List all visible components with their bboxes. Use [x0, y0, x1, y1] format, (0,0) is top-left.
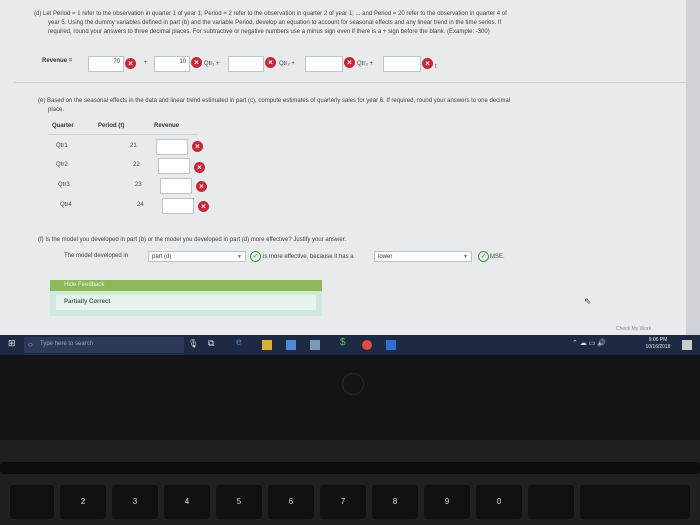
- mail-icon[interactable]: [310, 340, 320, 350]
- header-period: Period (t): [98, 123, 125, 129]
- part-f-prefix: The model developed in: [64, 253, 129, 259]
- part-e-line1: (e) Based on the seasonal effects in the…: [38, 98, 511, 104]
- revenue-label: Revenue =: [42, 58, 73, 64]
- part-d-line1: (d) Let Period = 1 refer to the observat…: [34, 11, 507, 17]
- number-key: 3: [112, 485, 158, 519]
- row-incorrect-icon: ×: [194, 162, 205, 173]
- row-incorrect-icon: ×: [196, 181, 207, 192]
- row-quarter: Qtr1: [56, 143, 68, 149]
- model-correct-icon: ✓: [250, 251, 261, 262]
- row-incorrect-icon: ×: [198, 201, 209, 212]
- chevron-down-icon: ▼: [237, 254, 242, 260]
- word-icon[interactable]: [386, 340, 396, 350]
- clock[interactable]: 9:06 PM 10/16/2018: [642, 337, 674, 351]
- hide-feedback-button[interactable]: Hide Feedback: [50, 280, 322, 291]
- qtr3-coef-input[interactable]: [305, 56, 343, 72]
- qtr2-label: Qtr₂ +: [279, 61, 295, 67]
- key: [528, 485, 574, 519]
- feedback-panel: Hide Feedback Partially Correct: [50, 280, 322, 316]
- laptop-keyboard: 2 3 4 5 6 7 8 9 0: [0, 440, 700, 525]
- cortana-icon: ○: [28, 340, 33, 349]
- t-label: t: [435, 64, 437, 70]
- file-explorer-icon[interactable]: [262, 340, 272, 350]
- scrollbar[interactable]: [686, 0, 700, 335]
- search-box[interactable]: ○ Type here to search: [24, 337, 184, 353]
- mse-select-value: lower: [378, 254, 393, 260]
- notifications-icon[interactable]: [682, 340, 692, 350]
- t-incorrect-icon: ×: [422, 58, 433, 69]
- row-period: 22: [133, 162, 140, 168]
- revenue-input[interactable]: [156, 139, 188, 155]
- windows-start-icon[interactable]: ⊞: [8, 338, 18, 348]
- divider: [14, 82, 694, 83]
- qtr1-coef-value: 10: [179, 59, 186, 65]
- row-period: 21: [130, 143, 137, 149]
- check-my-work-button[interactable]: Check My Work: [616, 325, 651, 334]
- chrome-icon[interactable]: [362, 340, 372, 350]
- mse-correct-icon: ✓: [478, 251, 489, 262]
- intercept-value: 70: [113, 59, 120, 65]
- number-key: 6: [268, 485, 314, 519]
- clock-date: 10/16/2018: [645, 344, 671, 350]
- mse-select[interactable]: lower ▼: [374, 251, 472, 262]
- row-quarter: Qtr3: [58, 182, 70, 188]
- intercept-incorrect-icon: ×: [125, 58, 136, 69]
- backspace-key: [580, 485, 690, 519]
- model-select[interactable]: part (d) ▼: [148, 251, 246, 262]
- intercept-input[interactable]: 70: [88, 56, 124, 72]
- key: [10, 485, 54, 519]
- qtr1-coef-input[interactable]: 10: [154, 56, 190, 72]
- clock-time: 9:06 PM: [648, 337, 668, 343]
- header-quarter: Quarter: [52, 123, 74, 129]
- microphone-icon[interactable]: 🎙: [188, 339, 198, 349]
- header-revenue: Revenue: [154, 123, 180, 129]
- part-f-suffix: MSE.: [490, 254, 505, 260]
- plus-sign: +: [144, 60, 148, 66]
- part-f-question: (f) Is the model you developed in part (…: [38, 237, 347, 243]
- part-e-line2: place.: [48, 107, 65, 113]
- qtr1-incorrect-icon: ×: [191, 57, 202, 68]
- feedback-status-box: Partially Correct: [56, 295, 316, 310]
- edge-icon[interactable]: e: [236, 337, 246, 348]
- search-placeholder: Type here to search: [40, 341, 94, 347]
- qtr2-incorrect-icon: ×: [265, 57, 276, 68]
- hp-logo-icon: [342, 373, 364, 395]
- number-key: 5: [216, 485, 262, 519]
- qtr2-coef-input[interactable]: [228, 56, 264, 72]
- t-coef-input[interactable]: [383, 56, 421, 72]
- row-quarter: Qtr4: [60, 202, 72, 208]
- store-icon[interactable]: [286, 340, 296, 350]
- revenue-input[interactable]: [158, 158, 190, 174]
- system-tray-icons[interactable]: ⌃ ☁ ▭ 🔊: [572, 339, 606, 347]
- function-key-row: [0, 462, 700, 474]
- part-d-line2: year 5. Using the dummy variables define…: [48, 20, 502, 26]
- number-key: 9: [424, 485, 470, 519]
- row-quarter: Qtr2: [56, 162, 68, 168]
- number-key: 8: [372, 485, 418, 519]
- row-period: 24: [137, 202, 144, 208]
- task-view-icon[interactable]: ⧉: [208, 338, 218, 348]
- part-f-middle: is more effective, because it has a: [263, 254, 354, 260]
- number-key: 7: [320, 485, 366, 519]
- number-key: 2: [60, 485, 106, 519]
- revenue-input[interactable]: [160, 178, 192, 194]
- mouse-cursor-icon: ⇖: [584, 296, 592, 306]
- table-header-rule: [48, 134, 198, 135]
- qtr3-incorrect-icon: ×: [344, 57, 355, 68]
- qtr1-label: Qtr₁ +: [204, 61, 220, 67]
- qtr3-label: Qtr₃ +: [357, 61, 373, 67]
- browser-screen: (d) Let Period = 1 refer to the observat…: [0, 0, 700, 335]
- row-incorrect-icon: ×: [192, 141, 203, 152]
- part-d-line3: required, round your answers to three de…: [48, 29, 490, 35]
- taskbar: ⊞ ○ Type here to search 🎙 ⧉ e $ ⌃ ☁ ▭ 🔊 …: [0, 335, 700, 355]
- feedback-status: Partially Correct: [64, 299, 111, 305]
- number-key: 4: [164, 485, 210, 519]
- model-select-value: part (d): [152, 254, 172, 260]
- laptop-bezel: [0, 355, 700, 440]
- row-period: 23: [135, 182, 142, 188]
- revenue-input[interactable]: [162, 198, 194, 214]
- chevron-down-icon: ▼: [463, 254, 468, 260]
- number-key: 0: [476, 485, 522, 519]
- dollar-icon[interactable]: $: [340, 337, 350, 348]
